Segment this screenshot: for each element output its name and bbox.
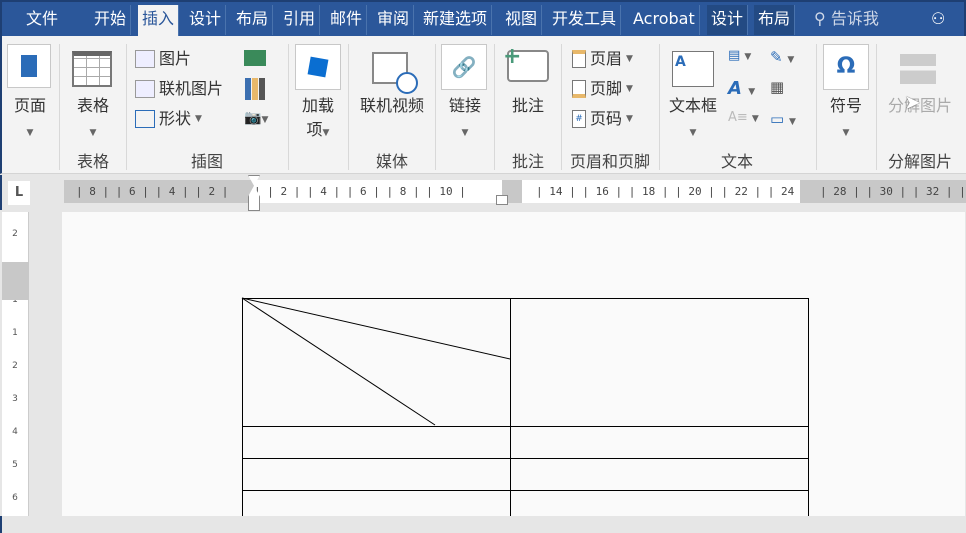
- horizontal-ruler[interactable]: L | 8 | | 6 | | 4 | | 2 | | | 2 | | 4 | …: [0, 175, 966, 211]
- diagonal-line-1: [241, 297, 511, 360]
- group-label-media: 媒体: [375, 152, 408, 171]
- pictures-button[interactable]: 图片: [135, 46, 191, 72]
- tell-me[interactable]: ⚲ 告诉我: [810, 5, 883, 35]
- tab-table-layout[interactable]: 布局: [754, 5, 796, 35]
- share-button[interactable]: ⚇共: [927, 5, 964, 56]
- group-label-header-footer: 页眉和页脚: [569, 152, 650, 171]
- comment-icon: +: [503, 44, 549, 82]
- omega-icon: Ω: [823, 44, 869, 90]
- textbox-icon: A: [672, 51, 714, 87]
- group-label-comments: 批注: [511, 152, 544, 171]
- pages-button[interactable]: 页面 ▼: [6, 94, 54, 145]
- date-time-icon[interactable]: ▦: [770, 78, 784, 96]
- addins-button[interactable]: 加载 项▼: [295, 94, 341, 145]
- page-number-icon: #: [572, 110, 586, 128]
- link-button[interactable]: 链接 ▼: [441, 94, 489, 145]
- object-icon[interactable]: ▭ ▼: [770, 110, 796, 128]
- picture-icon: [135, 50, 155, 68]
- online-video-icon: [372, 52, 418, 94]
- page-icon: [7, 44, 51, 88]
- screenshot-icon[interactable]: 📷▼: [244, 110, 268, 126]
- tab-layout[interactable]: 布局: [232, 5, 274, 35]
- tab-mailings[interactable]: 邮件: [326, 5, 368, 35]
- ruler-text-area-2: | 14 | | 16 | | 18 | | 20 | | 22 | | 24 …: [522, 180, 800, 203]
- shapes-button[interactable]: 形状 ▼: [135, 106, 202, 132]
- addins-icon: [295, 44, 341, 90]
- tab-view[interactable]: 视图: [501, 5, 543, 35]
- table-button[interactable]: 表格 ▼: [68, 94, 118, 145]
- footer-icon: [572, 80, 586, 98]
- tab-acrobat[interactable]: Acrobat: [629, 5, 700, 35]
- diagonal-line-2: [241, 297, 436, 426]
- online-pictures-button[interactable]: 联机图片: [135, 76, 223, 102]
- textbox-button[interactable]: 文本框 ▼: [662, 94, 724, 145]
- chart-icon[interactable]: [245, 78, 265, 100]
- right-indent-marker[interactable]: [496, 195, 508, 205]
- wordart-icon[interactable]: A ▼: [728, 78, 755, 99]
- document-table[interactable]: [62, 212, 965, 529]
- tab-design[interactable]: 设计: [185, 5, 227, 35]
- status-bar: [0, 516, 966, 533]
- tab-review[interactable]: 审阅: [373, 5, 415, 35]
- smartart-icon[interactable]: [244, 50, 266, 66]
- symbol-button[interactable]: 符号 ▼: [821, 94, 871, 145]
- online-video-button[interactable]: 联机视频: [352, 94, 432, 118]
- ruler-text-area: | | 2 | | 4 | | 6 | | 8 | | 10 |: [254, 180, 502, 203]
- shapes-icon: [135, 110, 155, 128]
- ruler-left-margin: | 8 | | 6 | | 4 | | 2 |: [64, 180, 254, 203]
- decompose-picture-icon: [900, 54, 936, 84]
- signature-line-icon[interactable]: ✎ ▼: [770, 48, 794, 66]
- quick-parts-icon[interactable]: ▤ ▼: [728, 48, 751, 63]
- group-label-illustrations: 插图: [190, 152, 223, 171]
- header-button[interactable]: 页眉 ▼: [572, 46, 633, 72]
- comment-button[interactable]: 批注: [502, 94, 554, 118]
- table-icon: [72, 51, 112, 87]
- group-label-table: 表格: [76, 152, 109, 171]
- group-label-decompose: 分解图片: [887, 152, 952, 171]
- page-number-button[interactable]: # 页码 ▼: [572, 106, 633, 132]
- header-icon: [572, 50, 586, 68]
- tab-selector-icon[interactable]: L: [8, 181, 30, 205]
- tab-references[interactable]: 引用: [279, 5, 321, 35]
- tab-developer[interactable]: 开发工具: [548, 5, 622, 35]
- ribbon-tabs: 文件 开始 插入 设计 布局 引用 邮件 审阅 新建选项 视图 开发工具 Acr…: [0, 0, 966, 56]
- person-add-icon: ⚇: [931, 9, 946, 28]
- vertical-ruler-ticks: 211123456: [12, 229, 18, 503]
- footer-button[interactable]: 页脚 ▼: [572, 76, 633, 102]
- search-icon: ⚲: [814, 9, 826, 28]
- document-page[interactable]: [62, 212, 965, 529]
- tab-file[interactable]: 文件: [22, 5, 62, 35]
- tab-table-design[interactable]: 设计: [707, 5, 749, 35]
- vertical-ruler[interactable]: 211123456: [2, 212, 29, 516]
- online-picture-icon: [135, 80, 155, 98]
- group-label-text: 文本: [720, 152, 753, 171]
- tab-new[interactable]: 新建选项: [419, 5, 493, 35]
- mouse-cursor-icon: ➤: [904, 90, 921, 114]
- drop-cap-icon[interactable]: A≡ ▼: [728, 110, 759, 125]
- tab-home[interactable]: 开始: [90, 5, 132, 35]
- link-icon: 🔗: [441, 44, 487, 90]
- ribbon: 页面 ▼ 表格 ▼ 表格 图片 联机图片 形状 ▼ 📷▼ 插图 加载 项▼ 联机视频 媒…: [0, 36, 966, 174]
- tab-insert[interactable]: 插入: [138, 5, 180, 38]
- ruler-right-margin: | 28 | | 30 | | 32 | | 3: [800, 180, 966, 203]
